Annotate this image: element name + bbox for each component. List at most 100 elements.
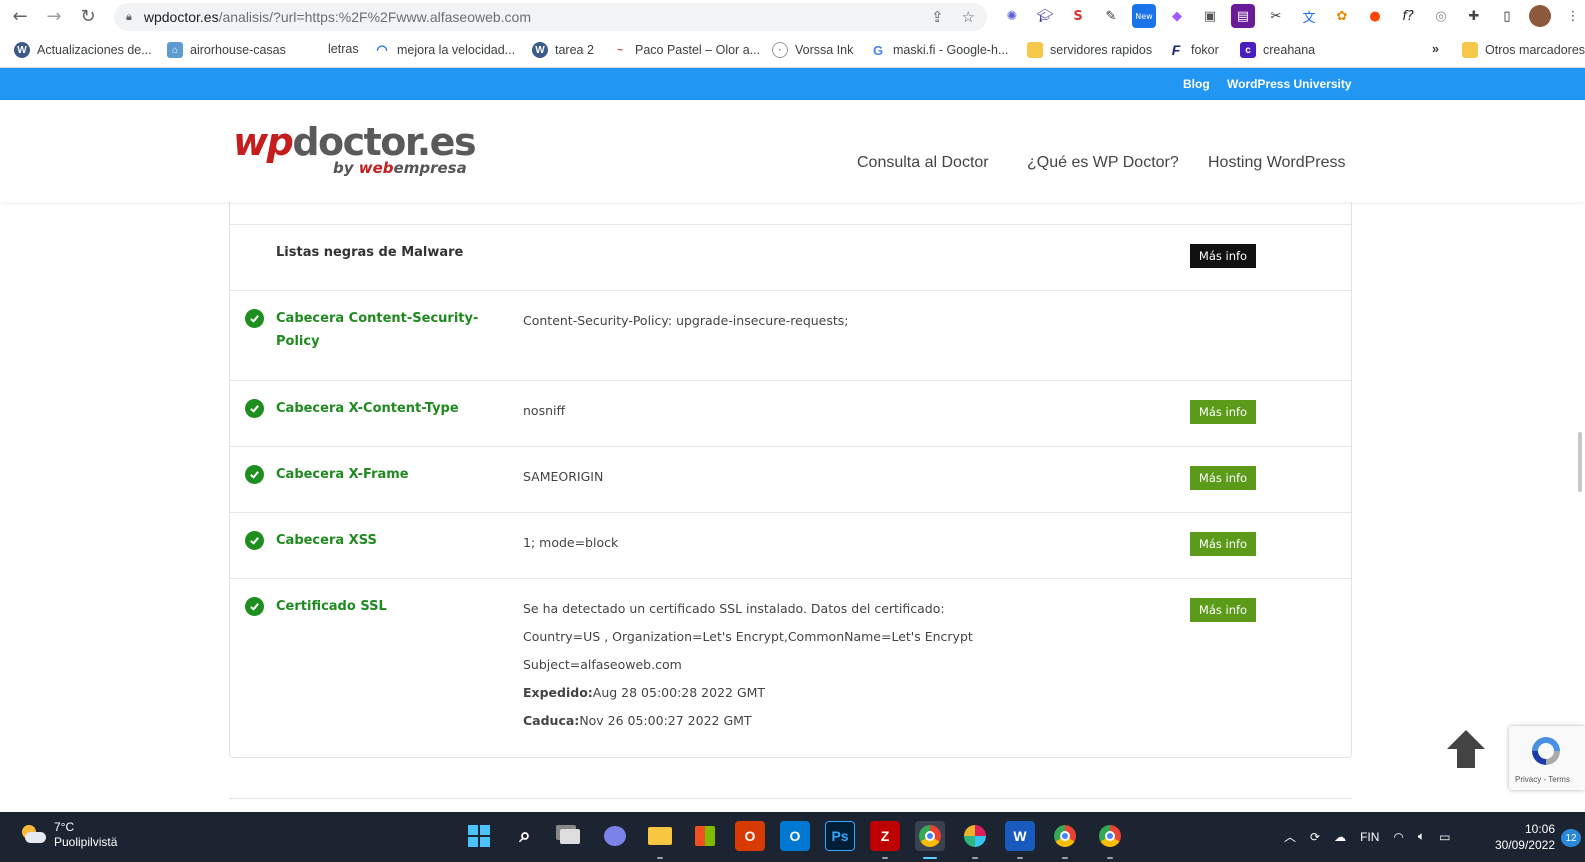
other-bookmarks-folder[interactable]: Otros marcadores bbox=[1462, 42, 1585, 58]
result-row-ssl: Certificado SSL Se ha detectado un certi… bbox=[230, 578, 1351, 758]
extension-new-icon[interactable]: New bbox=[1132, 4, 1156, 28]
chrome-profile-icon[interactable] bbox=[1095, 821, 1125, 851]
wifi-icon: ◠ bbox=[376, 42, 388, 57]
weather-widget[interactable]: 7°C Puolipilvistä bbox=[20, 820, 117, 850]
reload-icon[interactable]: ↻ bbox=[74, 3, 102, 31]
filezilla-icon[interactable]: Z bbox=[870, 821, 900, 851]
forward-icon[interactable]: → bbox=[40, 3, 68, 31]
extension-pen-icon[interactable]: ✎ bbox=[1099, 4, 1123, 28]
slack-icon[interactable] bbox=[960, 821, 990, 851]
extension-translate-icon[interactable]: 文 bbox=[1297, 4, 1321, 28]
result-row-xss: Cabecera XSS 1; mode=block Más info bbox=[230, 512, 1351, 578]
extensions-puzzle-icon[interactable]: ✚ bbox=[1462, 4, 1486, 28]
windows-start-icon[interactable] bbox=[464, 821, 494, 851]
profile-avatar[interactable] bbox=[1528, 4, 1552, 28]
system-tray: ︿ ⟳ ☁ FIN ◠ 🔈︎ ▭ bbox=[1284, 828, 1450, 845]
page-scrollbar[interactable] bbox=[1578, 432, 1582, 492]
task-view-icon[interactable] bbox=[555, 821, 585, 851]
more-bookmarks-button[interactable]: » bbox=[1432, 42, 1439, 56]
windows-taskbar: 7°C Puolipilvistä ⌕ O O Ps Z W ︿ ⟳ ☁ FIN… bbox=[0, 812, 1585, 862]
ssl-line: Subject=alfaseoweb.com bbox=[523, 657, 682, 672]
bookmark-item[interactable]: Ffokor bbox=[1168, 42, 1219, 58]
office-icon[interactable]: O bbox=[735, 821, 765, 851]
url-host: wpdoctor.es bbox=[143, 9, 219, 25]
cloud-icon[interactable]: ☁ bbox=[1334, 830, 1346, 844]
extension-fonts-icon[interactable]: f? bbox=[1396, 4, 1420, 28]
chrome-icon[interactable] bbox=[915, 821, 945, 851]
side-panel-icon[interactable]: ▯ bbox=[1495, 4, 1519, 28]
store-icon[interactable] bbox=[690, 821, 720, 851]
extension-purple-icon[interactable]: ▤ bbox=[1231, 4, 1255, 28]
battery-icon[interactable]: ▭ bbox=[1439, 830, 1450, 844]
recaptcha-links[interactable]: Privacy - Terms bbox=[1515, 775, 1570, 784]
nav-consulta[interactable]: Consulta al Doctor bbox=[857, 154, 989, 172]
scroll-to-top-arrow-icon[interactable] bbox=[1444, 727, 1488, 771]
bookmark-item[interactable]: Gmaski.fi - Google-h... bbox=[870, 42, 1008, 58]
clock[interactable]: 10:06 30/09/2022 bbox=[1489, 821, 1555, 853]
site-logo[interactable]: wpdoctor.es by webempresa bbox=[233, 122, 477, 177]
share-icon[interactable]: ⇪ bbox=[931, 8, 944, 26]
topbar-link-university[interactable]: WordPress University bbox=[1227, 77, 1352, 91]
nav-que-es[interactable]: ¿Qué es WP Doctor? bbox=[1027, 154, 1179, 172]
nav-hosting[interactable]: Hosting WordPress bbox=[1208, 154, 1346, 172]
extension-image-icon[interactable]: ▣ bbox=[1198, 4, 1222, 28]
more-info-button[interactable]: Más info bbox=[1190, 244, 1256, 268]
extensions-bar: ✺ 🎓︎ S ✎ New ◆ ▣ ▤ ✂ 文 ✿ ● f? ◎ ✚ ▯ ⋮ bbox=[1000, 4, 1585, 28]
more-info-button[interactable]: Más info bbox=[1190, 466, 1256, 490]
sync-icon[interactable]: ⟳ bbox=[1310, 830, 1320, 844]
photoshop-icon[interactable]: Ps bbox=[825, 821, 855, 851]
chrome-profile-icon[interactable] bbox=[1050, 821, 1080, 851]
recaptcha-icon bbox=[1532, 737, 1560, 765]
ssl-issued: Expedido:Aug 28 05:00:28 2022 GMT bbox=[523, 685, 766, 700]
more-info-button[interactable]: Más info bbox=[1190, 400, 1256, 424]
lock-icon: 🔒︎ bbox=[126, 10, 132, 23]
chat-icon[interactable] bbox=[600, 821, 630, 851]
folder-icon bbox=[1462, 42, 1478, 58]
topbar-link-blog[interactable]: Blog bbox=[1183, 77, 1210, 91]
site-topbar: Blog WordPress University bbox=[0, 68, 1585, 100]
chevron-up-icon[interactable]: ︿ bbox=[1284, 828, 1296, 845]
file-explorer-icon[interactable] bbox=[645, 821, 675, 851]
notification-badge[interactable]: 12 bbox=[1561, 829, 1581, 847]
weather-description: Puolipilvistä bbox=[54, 835, 118, 849]
outlook-icon[interactable]: O bbox=[780, 821, 810, 851]
bookmark-item[interactable]: · Vorssa Ink bbox=[772, 42, 853, 58]
extension-s-icon[interactable]: S bbox=[1066, 4, 1090, 28]
extension-camera-icon[interactable]: ◎ bbox=[1429, 4, 1453, 28]
more-info-button[interactable]: Más info bbox=[1190, 532, 1256, 556]
check-circle-icon bbox=[245, 399, 264, 418]
volume-icon[interactable]: 🔈︎ bbox=[1418, 829, 1425, 844]
recaptcha-badge[interactable]: Privacy - Terms bbox=[1509, 726, 1585, 790]
extension-brush-icon[interactable]: ◆ bbox=[1165, 4, 1189, 28]
ssl-line: Se ha detectado un certificado SSL insta… bbox=[523, 601, 945, 616]
bookmark-item[interactable]: c creahana bbox=[1240, 42, 1315, 58]
back-icon[interactable]: ← bbox=[6, 3, 34, 31]
bookmark-item[interactable]: Wtarea 2 bbox=[532, 42, 594, 58]
ssl-expires: Caduca:Nov 26 05:00:27 2022 GMT bbox=[523, 713, 752, 728]
running-indicator bbox=[1017, 857, 1023, 859]
more-info-button[interactable]: Más info bbox=[1190, 598, 1256, 622]
extension-flower-icon[interactable]: ✿ bbox=[1330, 4, 1354, 28]
bookmark-star-icon[interactable]: ☆ bbox=[962, 8, 975, 26]
language-indicator[interactable]: FIN bbox=[1360, 830, 1379, 844]
bookmark-folder[interactable]: servidores rapidos bbox=[1027, 42, 1152, 58]
bookmark-item[interactable]: ⌂ airorhouse-casas bbox=[167, 42, 286, 58]
result-row-csp: Cabecera Content-Security-Policy Content… bbox=[230, 290, 1351, 380]
extension-reddit-icon[interactable]: ● bbox=[1363, 4, 1387, 28]
url-path: /analisis/?url=https:%2F%2Fwww.alfaseowe… bbox=[218, 9, 531, 25]
address-bar[interactable]: 🔒︎ wpdoctor.es/analisis/?url=https:%2F%2… bbox=[114, 3, 987, 31]
bookmark-item[interactable]: letras bbox=[328, 42, 359, 56]
word-icon[interactable]: W bbox=[1005, 821, 1035, 851]
bookmark-item[interactable]: W Actualizaciones de... bbox=[14, 42, 152, 58]
bookmark-item[interactable]: ◠ mejora la velocidad... bbox=[374, 42, 515, 58]
extension-scissors-icon[interactable]: ✂ bbox=[1264, 4, 1288, 28]
extension-gear-icon[interactable]: ✺ bbox=[1000, 4, 1024, 28]
search-icon[interactable]: ⌕ bbox=[510, 821, 540, 851]
chrome-menu-icon[interactable]: ⋮ bbox=[1561, 4, 1585, 28]
extension-graduation-icon[interactable]: 🎓︎ bbox=[1033, 4, 1057, 28]
running-indicator bbox=[657, 857, 663, 859]
result-row-malware: Listas negras de Malware Más info bbox=[230, 224, 1351, 290]
bookmark-item[interactable]: ~ Paco Pastel – Olor a... bbox=[612, 42, 760, 58]
wifi-icon[interactable]: ◠ bbox=[1393, 830, 1403, 844]
result-value: 1; mode=block bbox=[523, 535, 619, 550]
